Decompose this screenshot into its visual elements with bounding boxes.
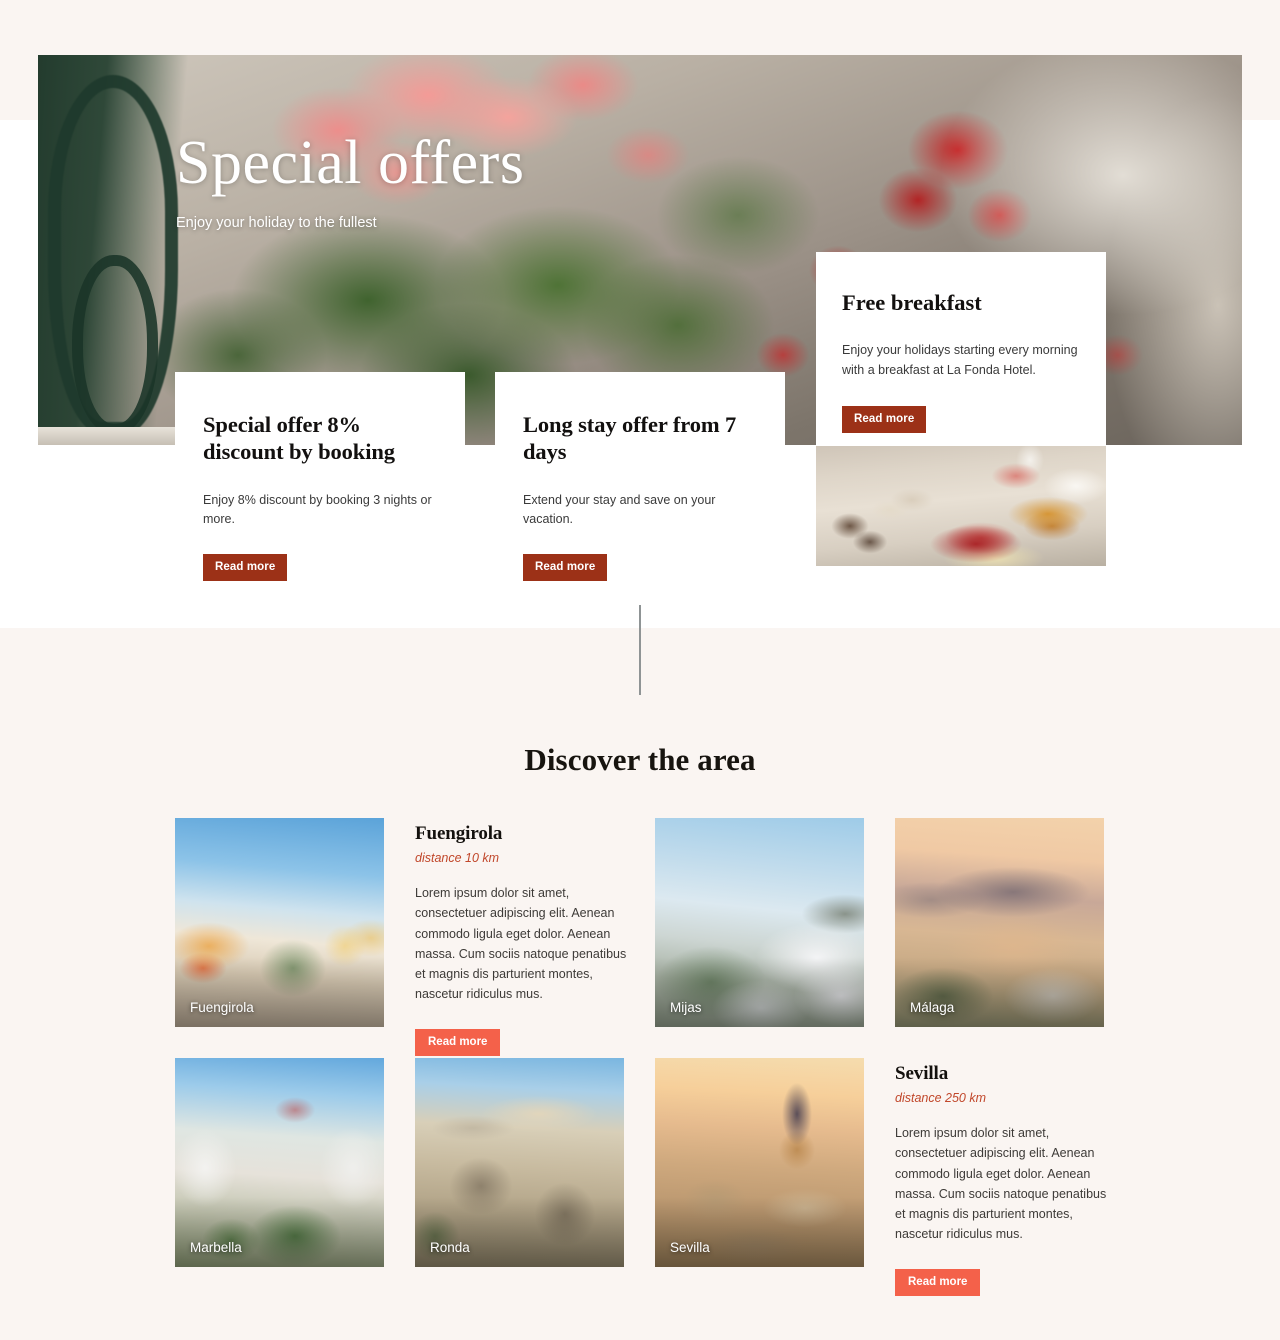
read-more-button[interactable]: Read more	[895, 1268, 981, 1296]
offer-description: Enjoy 8% discount by booking 3 nights or…	[203, 493, 432, 526]
offer-description: Extend your stay and save on your vacati…	[523, 493, 716, 526]
read-more-button[interactable]: Read more	[203, 553, 288, 581]
caption-shade	[655, 957, 864, 1027]
offer-title: Special offer 8% discount by booking	[203, 412, 395, 464]
read-more-button[interactable]: Read more	[842, 405, 927, 433]
caption-shade	[175, 1197, 384, 1267]
area-distance: distance 10 km	[415, 851, 500, 865]
section-title-discover: Discover the area	[524, 742, 756, 777]
caption-shade	[895, 957, 1104, 1027]
area-name: Fuengirola	[415, 823, 503, 844]
read-more-button[interactable]: Read more	[415, 1028, 501, 1056]
wrought-iron-grille-lower-icon	[72, 255, 158, 435]
area-caption: Ronda	[430, 1240, 470, 1255]
area-caption: Sevilla	[670, 1240, 710, 1255]
area-description-sevilla: Sevilla distance 250 km Lorem ipsum dolo…	[895, 1063, 1107, 1296]
offer-description: Enjoy your holidays starting every morni…	[842, 343, 1078, 378]
area-caption: Málaga	[910, 1000, 955, 1015]
area-tile-fuengirola[interactable]: Fuengirola	[175, 818, 384, 1027]
special-offers-page: Special offers Enjoy your holiday to the…	[0, 0, 1280, 1340]
area-body: Lorem ipsum dolor sit amet, consectetuer…	[415, 886, 627, 1002]
breakfast-buffet-image	[816, 446, 1106, 566]
offer-title: Long stay offer from 7 days	[523, 412, 737, 464]
area-caption: Marbella	[190, 1240, 242, 1255]
read-more-button[interactable]: Read more	[523, 553, 608, 581]
area-caption: Fuengirola	[190, 1000, 254, 1015]
area-caption: Mijas	[670, 1000, 702, 1015]
offer-title: Free breakfast	[842, 290, 982, 315]
caption-shade	[655, 1197, 864, 1267]
area-body: Lorem ipsum dolor sit amet, consectetuer…	[895, 1126, 1107, 1242]
area-tile-marbella[interactable]: Marbella	[175, 1058, 384, 1267]
area-name: Sevilla	[895, 1063, 949, 1084]
caption-shade	[415, 1197, 624, 1267]
offer-card-free-breakfast[interactable]: Free breakfast Enjoy your holidays start…	[816, 252, 1106, 446]
area-distance: distance 250 km	[895, 1091, 987, 1105]
area-tile-sevilla[interactable]: Sevilla	[655, 1058, 864, 1267]
caption-shade	[175, 957, 384, 1027]
section-divider	[639, 605, 641, 695]
area-tile-malaga[interactable]: Málaga	[895, 818, 1104, 1027]
offer-card-long-stay[interactable]: Long stay offer from 7 days Extend your …	[495, 372, 785, 581]
page-subtitle: Enjoy your holiday to the fullest	[176, 215, 377, 231]
page-title: Special offers	[176, 129, 525, 197]
area-tile-mijas[interactable]: Mijas	[655, 818, 864, 1027]
offer-card-discount[interactable]: Special offer 8% discount by booking Enj…	[175, 372, 465, 581]
area-description-fuengirola: Fuengirola distance 10 km Lorem ipsum do…	[415, 823, 627, 1056]
area-tile-ronda[interactable]: Ronda	[415, 1058, 624, 1267]
